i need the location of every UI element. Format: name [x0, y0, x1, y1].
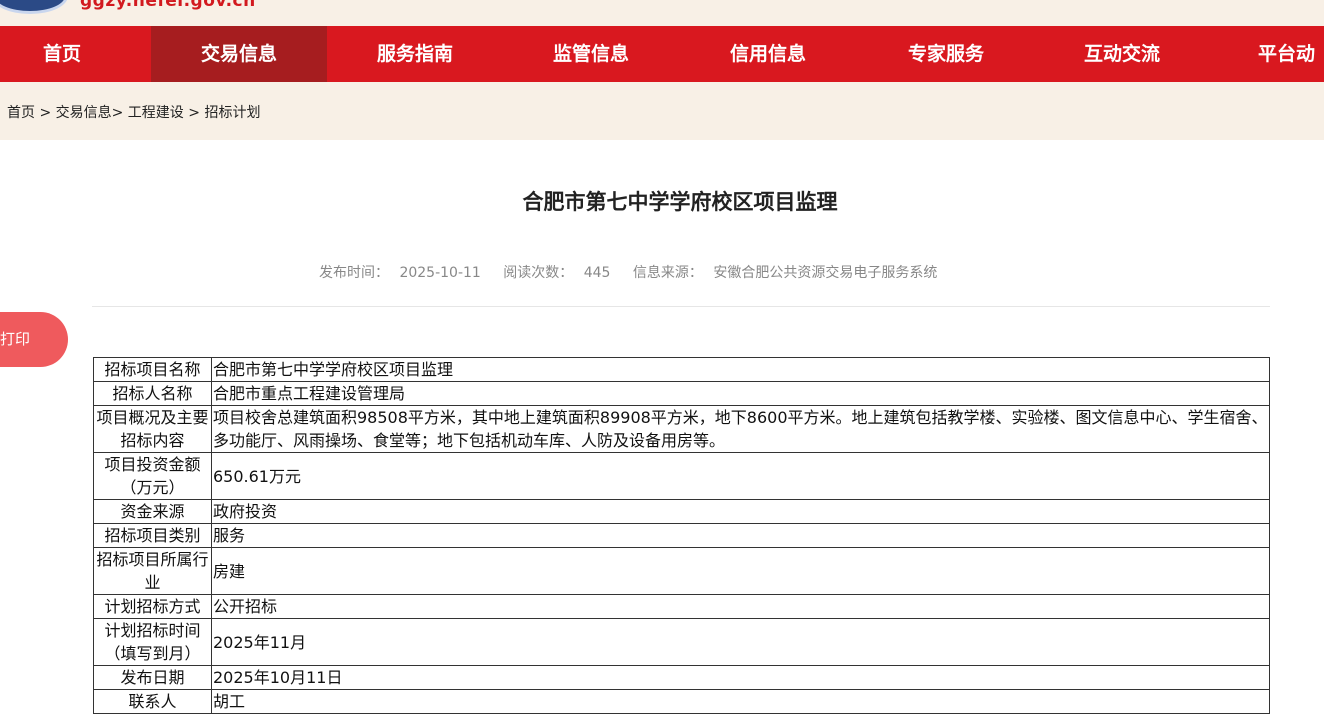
breadcrumb-bar: 首页 > 交易信息> 工程建设 > 招标计划: [0, 82, 1324, 140]
table-row: 招标项目类别 服务: [93, 523, 1270, 548]
table-row: 发布日期 2025年10月11日: [93, 665, 1270, 690]
row-value: 项目校舍总建筑面积98508平方米，其中地上建筑面积89908平方米，地下860…: [211, 405, 1270, 453]
page-title: 合肥市第七中学学府校区项目监理: [522, 190, 838, 214]
table-row: 项目概况及主要招标内容 项目校舍总建筑面积98508平方米，其中地上建筑面积89…: [93, 405, 1270, 453]
row-label: 招标人名称: [93, 381, 212, 406]
row-label: 项目概况及主要招标内容: [93, 405, 212, 453]
table-row: 资金来源 政府投资: [93, 499, 1270, 524]
table-row: 项目投资金额（万元） 650.61万元: [93, 452, 1270, 500]
breadcrumb[interactable]: 首页 > 交易信息> 工程建设 > 招标计划: [7, 102, 260, 122]
row-value: 2025年10月11日: [211, 665, 1270, 690]
print-button[interactable]: 打印: [0, 312, 68, 367]
site-url-text: ggzy.hefei.gov.cn: [80, 0, 256, 11]
project-info-table: 招标项目名称 合肥市第七中学学府校区项目监理 招标人名称 合肥市重点工程建设管理…: [93, 357, 1270, 714]
nav-item-trade-info[interactable]: 交易信息: [151, 26, 327, 82]
source-label: 信息来源：: [632, 265, 703, 281]
nav-item-expert[interactable]: 专家服务: [858, 26, 1034, 82]
site-logo-icon: [0, 0, 68, 14]
nav-item-platform[interactable]: 平台动: [1252, 26, 1324, 82]
table-row: 招标人名称 合肥市重点工程建设管理局: [93, 381, 1270, 406]
row-label: 资金来源: [93, 499, 212, 524]
row-label: 计划招标时间（填写到月）: [93, 618, 212, 666]
row-value: 政府投资: [211, 499, 1270, 524]
publish-time-value: 2025-10-11: [399, 265, 481, 281]
row-value: 2025年11月: [211, 618, 1270, 666]
row-value: 650.61万元: [211, 452, 1270, 500]
row-label: 招标项目所属行业: [93, 547, 212, 595]
row-label: 计划招标方式: [93, 594, 212, 619]
row-value: 房建: [211, 547, 1270, 595]
row-value: 服务: [211, 523, 1270, 548]
source-value: 安徽合肥公共资源交易电子服务系统: [713, 265, 938, 281]
nav-item-supervision[interactable]: 监管信息: [503, 26, 679, 82]
nav-item-service-guide[interactable]: 服务指南: [327, 26, 503, 82]
row-value: 公开招标: [211, 594, 1270, 619]
row-label: 联系人: [93, 689, 212, 714]
table-row: 计划招标方式 公开招标: [93, 594, 1270, 619]
row-value: 合肥市第七中学学府校区项目监理: [211, 357, 1270, 382]
row-label: 招标项目类别: [93, 523, 212, 548]
publish-time-label: 发布时间：: [319, 265, 389, 281]
row-value: 胡工: [211, 689, 1270, 714]
views-value: 445: [583, 265, 611, 281]
row-label: 发布日期: [93, 665, 212, 690]
nav-item-home[interactable]: 首页: [0, 26, 124, 82]
top-header-strip: ggzy.hefei.gov.cn: [0, 0, 1324, 26]
nav-item-credit[interactable]: 信用信息: [680, 26, 856, 82]
table-row: 招标项目名称 合肥市第七中学学府校区项目监理: [93, 357, 1270, 382]
views-label: 阅读次数：: [503, 265, 574, 281]
table-row: 计划招标时间（填写到月） 2025年11月: [93, 618, 1270, 666]
print-button-label: 打印: [0, 330, 31, 348]
article-meta: 发布时间： 2025-10-11 阅读次数： 445 信息来源： 安徽合肥公共资…: [319, 262, 955, 282]
nav-item-interaction[interactable]: 互动交流: [1034, 26, 1210, 82]
title-divider: [92, 306, 1270, 307]
table-row: 招标项目所属行业 房建: [93, 547, 1270, 595]
table-row: 联系人 胡工: [93, 689, 1270, 714]
row-label: 招标项目名称: [93, 357, 212, 382]
main-nav: 首页 交易信息 服务指南 监管信息 信用信息 专家服务 互动交流 平台动: [0, 26, 1324, 82]
row-label: 项目投资金额（万元）: [93, 452, 212, 500]
row-value: 合肥市重点工程建设管理局: [211, 381, 1270, 406]
